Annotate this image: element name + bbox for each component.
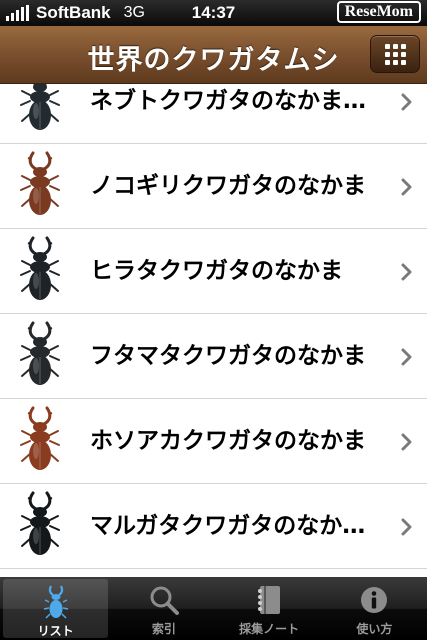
list-item[interactable]: ネブトクワガタのなかま… xyxy=(0,84,427,144)
list-item-label: ヒラタクワガタのなかま xyxy=(90,258,343,284)
beetle-icon xyxy=(43,584,69,620)
list-item-label: ホソアカクワガタのなかま xyxy=(90,428,366,454)
stag-beetle-icon xyxy=(20,84,60,130)
list-item[interactable]: マルガタクワガタのなか… xyxy=(0,484,427,569)
stag-beetle-icon xyxy=(20,491,60,555)
tab-bar: リスト 索引 採集ノート 使い方 xyxy=(0,577,427,640)
info-icon xyxy=(359,582,389,618)
list-item-label: ネブトクワガタのなかま… xyxy=(90,88,366,114)
stag-beetle-icon xyxy=(20,321,60,385)
chevron-right-icon xyxy=(401,518,412,536)
list-item[interactable]: ヒラタクワガタのなかま xyxy=(0,229,427,314)
stag-beetle-icon xyxy=(20,406,60,470)
chevron-right-icon xyxy=(401,433,412,451)
tab-collection-notes-label: 採集ノート xyxy=(239,622,300,636)
list-item-label: ノコギリクワガタのなかま xyxy=(90,173,366,199)
tab-list-label: リスト xyxy=(37,624,74,638)
list-item-label: マルガタクワガタのなか… xyxy=(90,513,366,539)
tab-index[interactable]: 索引 xyxy=(111,577,216,640)
chevron-right-icon xyxy=(401,348,412,366)
tab-how-to-use[interactable]: 使い方 xyxy=(322,577,427,640)
tab-collection-notes[interactable]: 採集ノート xyxy=(217,577,322,640)
watermark-logo: ReseMom xyxy=(336,1,421,23)
list-item[interactable]: フタマタクワガタのなかま xyxy=(0,314,427,399)
list-item[interactable]: ホソアカクワガタのなかま xyxy=(0,399,427,484)
tab-list[interactable]: リスト xyxy=(3,579,109,638)
grid-menu-button[interactable] xyxy=(370,35,420,73)
list-item[interactable]: ノコギリクワガタのなかま xyxy=(0,144,427,229)
page-title: 世界のクワガタムシ xyxy=(87,45,340,76)
chevron-right-icon xyxy=(401,178,412,196)
search-icon xyxy=(148,582,180,618)
stag-beetle-icon xyxy=(20,151,60,215)
tab-index-label: 索引 xyxy=(151,622,176,636)
stag-beetle-icon xyxy=(20,236,60,300)
list-item-label: フタマタクワガタのなかま xyxy=(90,343,366,369)
species-group-list[interactable]: ネブトクワガタのなかま… ノコギリクワガタのなかま ヒラタクワガタのなかま フタマタク… xyxy=(0,84,427,577)
status-bar: SoftBank 3G 14:37 ReseMom xyxy=(0,0,427,26)
chevron-right-icon xyxy=(401,93,412,111)
grid-menu-icon xyxy=(384,43,406,65)
notebook-icon xyxy=(255,582,283,618)
tab-how-to-use-label: 使い方 xyxy=(356,622,393,636)
chevron-right-icon xyxy=(401,263,412,281)
navigation-bar: 世界のクワガタムシ xyxy=(0,26,427,84)
